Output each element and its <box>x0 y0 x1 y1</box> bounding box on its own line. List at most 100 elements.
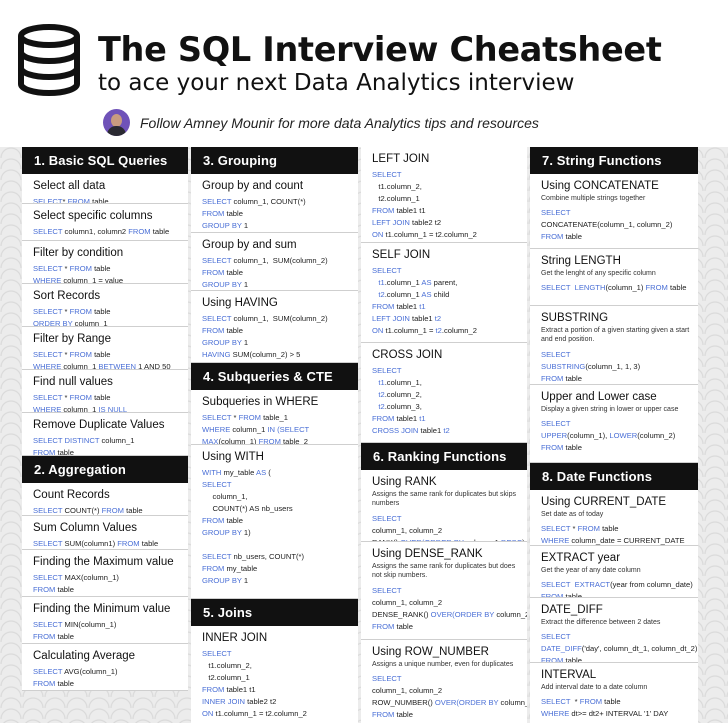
sql-keyword: FROM <box>33 585 56 594</box>
code-line: SELECT SUM(column1) FROM table <box>33 538 180 549</box>
code-line: SELECT * FROM table <box>33 306 180 318</box>
sql-keyword: SELECT <box>33 264 63 273</box>
code-text: column_1, SUM(column_2) <box>231 314 328 323</box>
code-text: column_1, column_2 <box>372 597 443 607</box>
snippet-title: Using WITH <box>202 451 264 463</box>
sql-keyword: UPPER <box>541 431 568 441</box>
snippet-card: LEFT JOIN SELECT t1.column_2, t2.column_1… <box>361 147 527 243</box>
sql-keyword: SELECT <box>33 620 63 629</box>
code-text: table <box>55 679 74 688</box>
sql-keyword: FROM <box>541 373 564 383</box>
sql-keyword: AS <box>421 290 432 299</box>
section-header: 1. Basic SQL Queries <box>22 147 188 174</box>
code-text: table <box>55 448 74 456</box>
code-line: SELECT * FROM table <box>541 523 690 535</box>
sql-keyword: GROUP BY <box>202 576 242 585</box>
code-text: ('day', column_dt_1, column_dt_2) <box>581 644 698 654</box>
sql-keyword: GROUP BY <box>202 338 242 347</box>
snippet-title: Sum Column Values <box>33 522 137 534</box>
code-block: SELECT column_1, column_2 ROW_NUMBER() OVE… <box>372 673 527 721</box>
snippet-title: Select specific columns <box>33 210 153 222</box>
code-block: SELECT column_1, SUM(column_2) FROM table… <box>202 255 350 290</box>
code-text: nb_users, COUNT(*) <box>231 552 304 561</box>
follow-text: Follow Amney Mounir for more data Analyt… <box>140 114 539 131</box>
code-line: FROM table <box>33 678 180 690</box>
sql-keyword: WHERE <box>541 709 570 719</box>
code-text: t1.column_1 = <box>383 326 436 335</box>
code-line: SELECT <box>541 349 690 361</box>
code-text: column_1, COUNT(*) <box>231 197 306 206</box>
code-line: GROUP BY 1 <box>202 575 350 587</box>
code-line: t1.column_2, <box>202 660 350 672</box>
sql-keyword: SUBSTRING <box>541 361 586 371</box>
code-line: ORDER BY column_1 <box>33 318 180 326</box>
snippet-description: Get the lenght of any specific column <box>541 270 656 277</box>
code-text: 1 <box>241 221 249 230</box>
code-text: .column_2, <box>384 390 422 399</box>
code-text: CONCATENATE(column_1, column_2) <box>541 220 673 230</box>
code-text: * <box>570 697 580 707</box>
snippet-title: Remove Duplicate Values <box>33 419 165 431</box>
code-text: my_table <box>224 564 258 573</box>
snippet-title: Sort Records <box>33 290 101 302</box>
snippet-card: Group by and count SELECT column_1, COUNT… <box>191 174 358 233</box>
code-text: (column_2) <box>637 431 676 441</box>
snippet-card: Using RANK Assigns the same rank for dupl… <box>361 470 527 542</box>
snippet-title: Subqueries in WHERE <box>202 396 319 408</box>
code-block: SELECT column_1, column_2 DENSE_RANK() OVE… <box>372 585 527 633</box>
code-text: t2.column_1 <box>372 194 420 203</box>
code-text: table <box>91 393 111 402</box>
snippet-card: Find null values SELECT * FROM table WHERE… <box>22 370 188 413</box>
code-text: column1, column2 <box>62 227 129 236</box>
code-text: table <box>139 539 159 548</box>
snippet-card: Finding the Maximum value SELECT MAX(colu… <box>22 550 188 597</box>
snippet-title: DATE_DIFF <box>541 604 603 616</box>
code-block: SELECT column_1, COUNT(*) FROM table GROUP… <box>202 196 350 232</box>
code-line: WHERE column_1 IS NULL <box>33 404 180 413</box>
sql-keyword: DATE_DIFF <box>541 644 582 654</box>
code-line: SELECT LENGTH(column_1) FROM table <box>541 282 690 294</box>
sql-keyword: SELECT <box>33 227 63 236</box>
code-text: (column_1) <box>218 437 259 445</box>
code-text: table1 <box>394 302 420 311</box>
code-block: SELECT SUM(column1) FROM table <box>33 538 180 549</box>
sql-keyword: SELECT <box>202 256 232 265</box>
code-text: table <box>91 307 111 316</box>
sql-keyword: SELECT EXTRACT <box>541 580 611 590</box>
code-line: SELECT * FROM table_1 <box>202 412 350 424</box>
code-block: WITH my_table AS (SELECT column_1, COUNT… <box>202 467 350 587</box>
code-block: SELECT column_1, SUM(column_2) FROM table… <box>202 313 350 361</box>
snippet-title: Group by and count <box>202 180 304 192</box>
code-text: table1 <box>418 426 444 435</box>
code-block: SELECT * FROM table_1 WHERE column_1 IN (… <box>202 412 350 445</box>
sql-keyword: FROM <box>67 197 90 204</box>
code-text: .column_1, <box>384 378 422 387</box>
code-line: SELECT COUNT(*) FROM table <box>33 505 180 515</box>
code-text: table <box>89 197 109 204</box>
snippet-title: Using ROW_NUMBER <box>372 646 489 658</box>
snippet-title: Upper and Lower case <box>541 391 657 403</box>
sql-keyword: SELECT <box>541 524 571 534</box>
code-text: table <box>224 516 243 525</box>
code-line: t2.column_1 <box>372 193 519 205</box>
code-line: SELECT column_1, SUM(column_2) <box>202 255 350 267</box>
code-line: GROUP BY 1 <box>202 279 350 290</box>
code-text: * <box>570 524 578 534</box>
sql-keyword: SELECT <box>202 413 232 422</box>
code-text: column_1 <box>61 405 99 413</box>
code-line: ON t1.column_1 = t2.column_2 <box>372 325 519 337</box>
code-text: * <box>62 264 70 273</box>
sql-keyword: FROM <box>238 413 261 422</box>
code-text: table2 t2 <box>245 697 277 706</box>
snippet-card: CROSS JOIN SELECT t1.column_1, t2.column_… <box>361 343 527 443</box>
sql-keyword: SELECT <box>33 350 63 359</box>
sql-keyword: SELECT <box>202 197 232 206</box>
code-text: table <box>124 506 143 515</box>
sql-keyword: SELECT <box>372 366 402 375</box>
sql-keyword: INNER JOIN <box>202 697 246 706</box>
code-block: SELECT MAX(column_1) FROM table <box>33 572 180 596</box>
code-line: SELECT <box>372 265 519 277</box>
code-text: child <box>431 290 450 299</box>
sql-keyword: BETWEEN <box>98 362 136 370</box>
